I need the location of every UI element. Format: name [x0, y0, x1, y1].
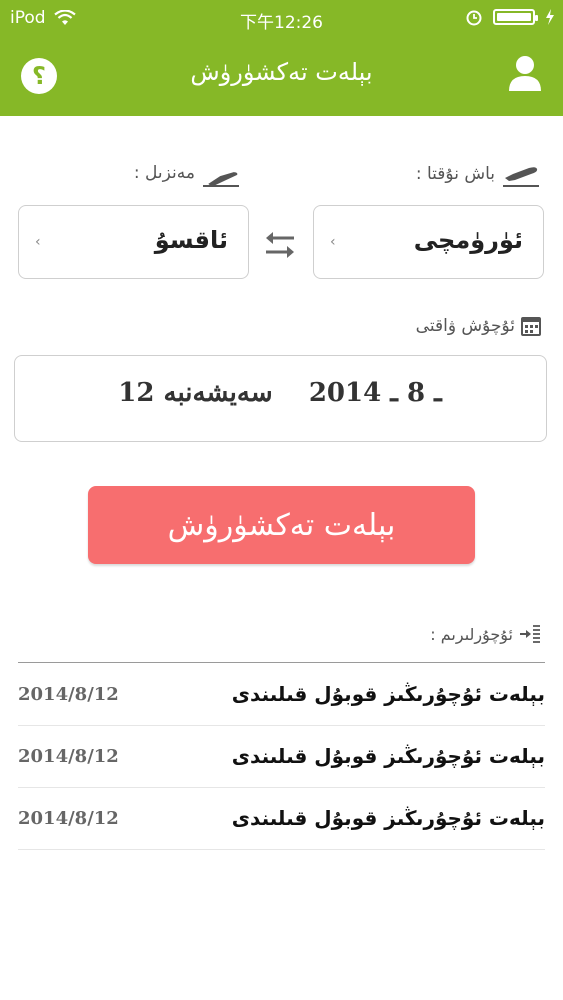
history-text: بېلەت ئۇچۇرىڭىز قوبۇل قىلىندى	[231, 744, 545, 768]
history-date: 2014/8/12	[18, 746, 119, 767]
alarm-icon	[466, 10, 482, 26]
arrival-label: مەنزىل :	[134, 158, 241, 188]
takeoff-icon	[503, 167, 539, 187]
calendar-icon	[521, 317, 541, 336]
departure-select[interactable]: ‹ ئۈرۈمچى	[313, 205, 544, 279]
chevron-left-icon: ‹	[35, 234, 41, 250]
history-date: 2014/8/12	[18, 808, 119, 829]
date-select[interactable]: 12 ـ 8 ـ 2014 سەيشەنبە	[14, 355, 547, 442]
history-label: ئۇچۇرلىرىم :	[430, 624, 541, 644]
date-label: ئۇچۇش ۋاقتى	[416, 316, 541, 336]
date-value: 12 ـ 8 ـ 2014 سەيشەنبە	[118, 378, 442, 408]
arrival-value: ئاقسۇ	[154, 226, 228, 254]
landing-icon	[203, 172, 239, 187]
history-text: بېلەت ئۇچۇرىڭىز قوبۇل قىلىندى	[231, 682, 545, 706]
page-title: بېلەت تەكشۈرۈش	[190, 58, 373, 86]
history-icon	[520, 625, 540, 643]
status-bar: iPod 下午12:26	[0, 0, 563, 36]
search-tickets-button[interactable]: بېلەت تەكشۈرۈش	[88, 486, 475, 564]
battery-icon	[493, 9, 538, 25]
departure-value: ئۈرۈمچى	[413, 226, 523, 254]
history-row[interactable]: 2014/8/12 بېلەت ئۇچۇرىڭىز قوبۇل قىلىندى	[18, 788, 545, 850]
charging-icon	[546, 9, 554, 25]
user-icon[interactable]	[507, 54, 543, 92]
history-date: 2014/8/12	[18, 684, 119, 705]
navigation-bar: ؟ بېلەت تەكشۈرۈش	[0, 36, 563, 116]
history-row[interactable]: 2014/8/12 بېلەت ئۇچۇرىڭىز قوبۇل قىلىندى	[18, 664, 545, 726]
history-text: بېلەت ئۇچۇرىڭىز قوبۇل قىلىندى	[231, 806, 545, 830]
history-divider	[18, 662, 545, 663]
swap-icon[interactable]	[262, 229, 298, 261]
arrival-select[interactable]: ‹ ئاقسۇ	[18, 205, 249, 279]
departure-label: باش نۇقتا :	[416, 160, 541, 188]
history-row[interactable]: 2014/8/12 بېلەت ئۇچۇرىڭىز قوبۇل قىلىندى	[18, 726, 545, 788]
chevron-left-icon: ‹	[330, 234, 336, 250]
header-bar: iPod 下午12:26 ؟ بېلەت تەكشۈرۈش	[0, 0, 563, 116]
